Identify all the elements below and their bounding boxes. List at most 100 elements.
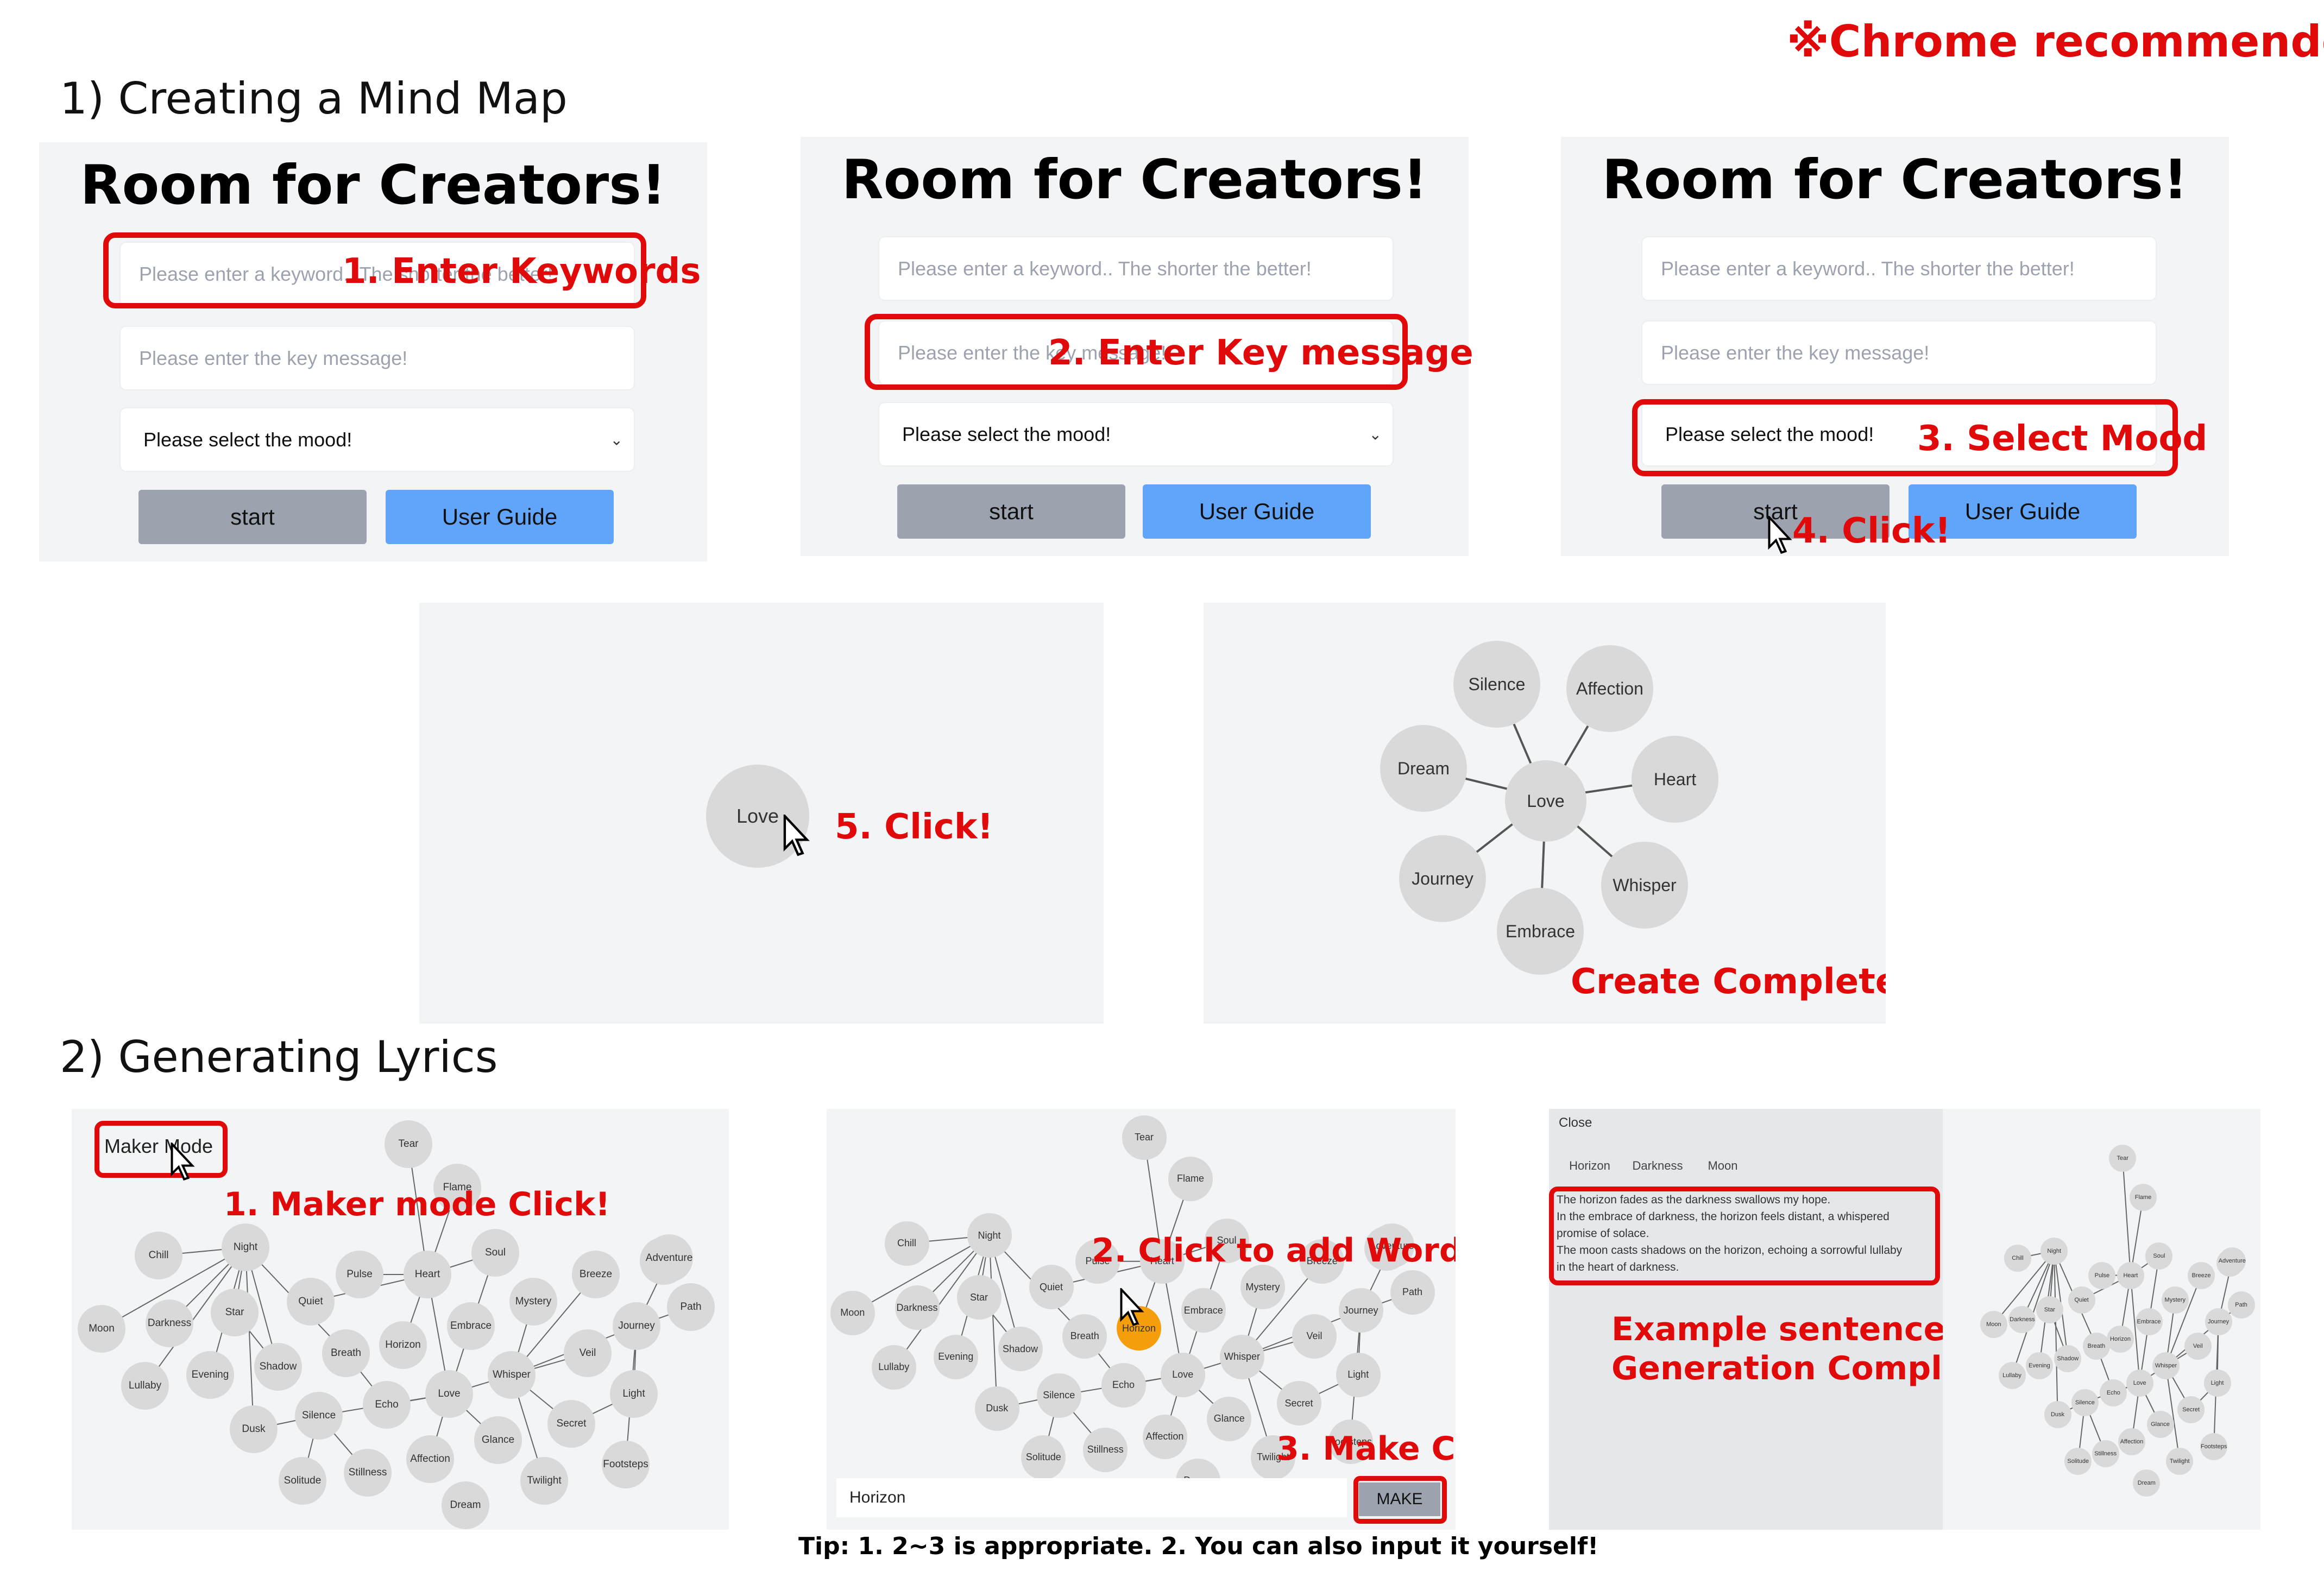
word-node-heart[interactable]: Heart xyxy=(404,1251,451,1298)
word-node-soul[interactable]: Soul xyxy=(471,1229,519,1277)
mindmap-node-love[interactable]: Love xyxy=(1505,760,1586,842)
mindmap-node-silence[interactable]: Silence xyxy=(1453,641,1540,728)
word-node-tear[interactable]: Tear xyxy=(385,1120,432,1168)
word-node-footsteps[interactable]: Footsteps xyxy=(602,1441,650,1488)
key-message-input[interactable]: Please enter the key message! xyxy=(121,327,634,389)
mood-select[interactable]: Please select the mood! ⌄ xyxy=(121,408,634,471)
word-node-evening[interactable]: Evening xyxy=(186,1351,234,1399)
word-node-adventure[interactable]: Adventure xyxy=(2219,1247,2246,1274)
word-node-whisper[interactable]: Whisper xyxy=(1220,1334,1264,1379)
word-node-stillness[interactable]: Stillness xyxy=(344,1449,392,1497)
word-node-silence[interactable]: Silence xyxy=(1036,1373,1081,1418)
word-node-embrace[interactable]: Embrace xyxy=(1181,1288,1226,1333)
word-node-dusk[interactable]: Dusk xyxy=(2044,1401,2071,1428)
word-node-path[interactable]: Path xyxy=(2227,1291,2255,1318)
word-node-veil[interactable]: Veil xyxy=(1292,1314,1337,1359)
word-node-moon[interactable]: Moon xyxy=(1980,1310,2007,1338)
word-node-star[interactable]: Star xyxy=(956,1275,1002,1320)
start-button[interactable]: start xyxy=(138,490,367,544)
words-input[interactable]: Horizon xyxy=(836,1478,1347,1517)
user-guide-button[interactable]: User Guide xyxy=(1143,484,1371,539)
word-node-journey[interactable]: Journey xyxy=(2205,1308,2232,1335)
word-node-pulse[interactable]: Pulse xyxy=(336,1251,383,1298)
start-button[interactable]: start xyxy=(897,484,1125,539)
word-node-heart[interactable]: Heart xyxy=(2117,1261,2144,1289)
word-node-echo[interactable]: Echo xyxy=(363,1381,411,1429)
word-node-light[interactable]: Light xyxy=(2203,1369,2231,1397)
word-node-darkness[interactable]: Darkness xyxy=(2008,1305,2036,1333)
word-node-mystery[interactable]: Mystery xyxy=(1240,1265,1285,1310)
word-node-path[interactable]: Path xyxy=(667,1283,715,1331)
word-node-journey[interactable]: Journey xyxy=(1338,1288,1383,1333)
word-node-affection[interactable]: Affection xyxy=(406,1435,454,1483)
word-node-embrace[interactable]: Embrace xyxy=(447,1302,495,1350)
word-node-darkness[interactable]: Darkness xyxy=(146,1299,193,1347)
word-node-pulse[interactable]: Pulse xyxy=(2088,1261,2116,1289)
word-node-night[interactable]: Night xyxy=(967,1213,1012,1258)
word-node-horizon[interactable]: Horizon xyxy=(2107,1325,2134,1353)
word-node-veil[interactable]: Veil xyxy=(2184,1333,2212,1360)
word-node-lullaby[interactable]: Lullaby xyxy=(121,1362,169,1410)
word-node-silence[interactable]: Silence xyxy=(295,1392,343,1440)
word-node-shadow[interactable]: Shadow xyxy=(254,1343,302,1391)
word-node-star[interactable]: Star xyxy=(2036,1296,2063,1323)
word-node-secret[interactable]: Secret xyxy=(547,1400,595,1448)
mindmap-node-journey[interactable]: Journey xyxy=(1399,835,1486,922)
mindmap-node-affection[interactable]: Affection xyxy=(1566,645,1653,732)
word-node-love[interactable]: Love xyxy=(425,1370,473,1418)
word-node-tear[interactable]: Tear xyxy=(1122,1115,1167,1160)
word-node-breath[interactable]: Breath xyxy=(1062,1314,1107,1359)
word-node-secret[interactable]: Secret xyxy=(1276,1381,1321,1425)
word-node-solitude[interactable]: Solitude xyxy=(279,1457,326,1505)
word-node-evening[interactable]: Evening xyxy=(933,1334,978,1379)
word-node-chill[interactable]: Chill xyxy=(884,1221,929,1266)
word-node-affection[interactable]: Affection xyxy=(1142,1414,1187,1459)
word-node-dusk[interactable]: Dusk xyxy=(974,1386,1019,1431)
word-node-shadow[interactable]: Shadow xyxy=(998,1327,1043,1372)
word-node-chill[interactable]: Chill xyxy=(2004,1245,2031,1272)
word-node-glance[interactable]: Glance xyxy=(1207,1396,1252,1441)
word-node-night[interactable]: Night xyxy=(2040,1237,2068,1265)
word-node-solitude[interactable]: Solitude xyxy=(2064,1447,2092,1475)
word-node-footsteps[interactable]: Footsteps xyxy=(2200,1433,2228,1460)
word-node-solitude[interactable]: Solitude xyxy=(1021,1435,1066,1480)
word-node-dusk[interactable]: Dusk xyxy=(230,1405,278,1453)
word-node-mystery[interactable]: Mystery xyxy=(2161,1286,2189,1314)
word-node-journey[interactable]: Journey xyxy=(613,1302,660,1350)
word-node-stillness[interactable]: Stillness xyxy=(1083,1427,1128,1472)
word-node-night[interactable]: Night xyxy=(222,1223,269,1271)
mindmap-node-dream[interactable]: Dream xyxy=(1380,725,1467,812)
word-node-dream[interactable]: Dream xyxy=(442,1481,489,1529)
word-node-quiet[interactable]: Quiet xyxy=(287,1278,335,1326)
mood-select[interactable]: Please select the mood! ⌄ xyxy=(879,403,1393,465)
word-node-stillness[interactable]: Stillness xyxy=(2092,1440,2119,1467)
word-node-secret[interactable]: Secret xyxy=(2177,1396,2205,1423)
word-node-veil[interactable]: Veil xyxy=(564,1329,612,1377)
word-node-moon[interactable]: Moon xyxy=(78,1305,125,1353)
word-node-breeze[interactable]: Breeze xyxy=(572,1251,620,1298)
word-node-path[interactable]: Path xyxy=(1390,1270,1435,1315)
word-node-adventure[interactable]: Adventure xyxy=(645,1234,693,1282)
word-node-shadow[interactable]: Shadow xyxy=(2054,1345,2082,1372)
word-node-quiet[interactable]: Quiet xyxy=(1029,1265,1074,1310)
word-node-lullaby[interactable]: Lullaby xyxy=(1998,1362,2026,1389)
keyword-chip[interactable]: Moon xyxy=(1696,1152,1750,1179)
word-node-twilight[interactable]: Twilight xyxy=(2166,1447,2194,1475)
word-node-light[interactable]: Light xyxy=(1336,1352,1381,1397)
word-node-darkness[interactable]: Darkness xyxy=(895,1285,940,1330)
word-node-glance[interactable]: Glance xyxy=(474,1416,522,1464)
word-node-flame[interactable]: Flame xyxy=(2130,1183,2157,1211)
word-node-affection[interactable]: Affection xyxy=(2118,1428,2145,1455)
word-node-tear[interactable]: Tear xyxy=(2109,1144,2137,1172)
word-node-silence[interactable]: Silence xyxy=(2071,1389,2099,1416)
keyword-input[interactable]: Please enter a keyword.. The shorter the… xyxy=(879,237,1393,300)
word-node-lullaby[interactable]: Lullaby xyxy=(871,1345,916,1390)
word-node-flame[interactable]: Flame xyxy=(1168,1156,1213,1201)
word-node-echo[interactable]: Echo xyxy=(1101,1362,1146,1408)
word-node-embrace[interactable]: Embrace xyxy=(2135,1308,2163,1335)
word-node-breath[interactable]: Breath xyxy=(2082,1333,2110,1360)
word-node-twilight[interactable]: Twilight xyxy=(520,1457,568,1505)
word-node-glance[interactable]: Glance xyxy=(2146,1411,2174,1438)
word-node-whisper[interactable]: Whisper xyxy=(2152,1352,2180,1379)
mindmap-node-heart[interactable]: Heart xyxy=(1632,736,1718,823)
